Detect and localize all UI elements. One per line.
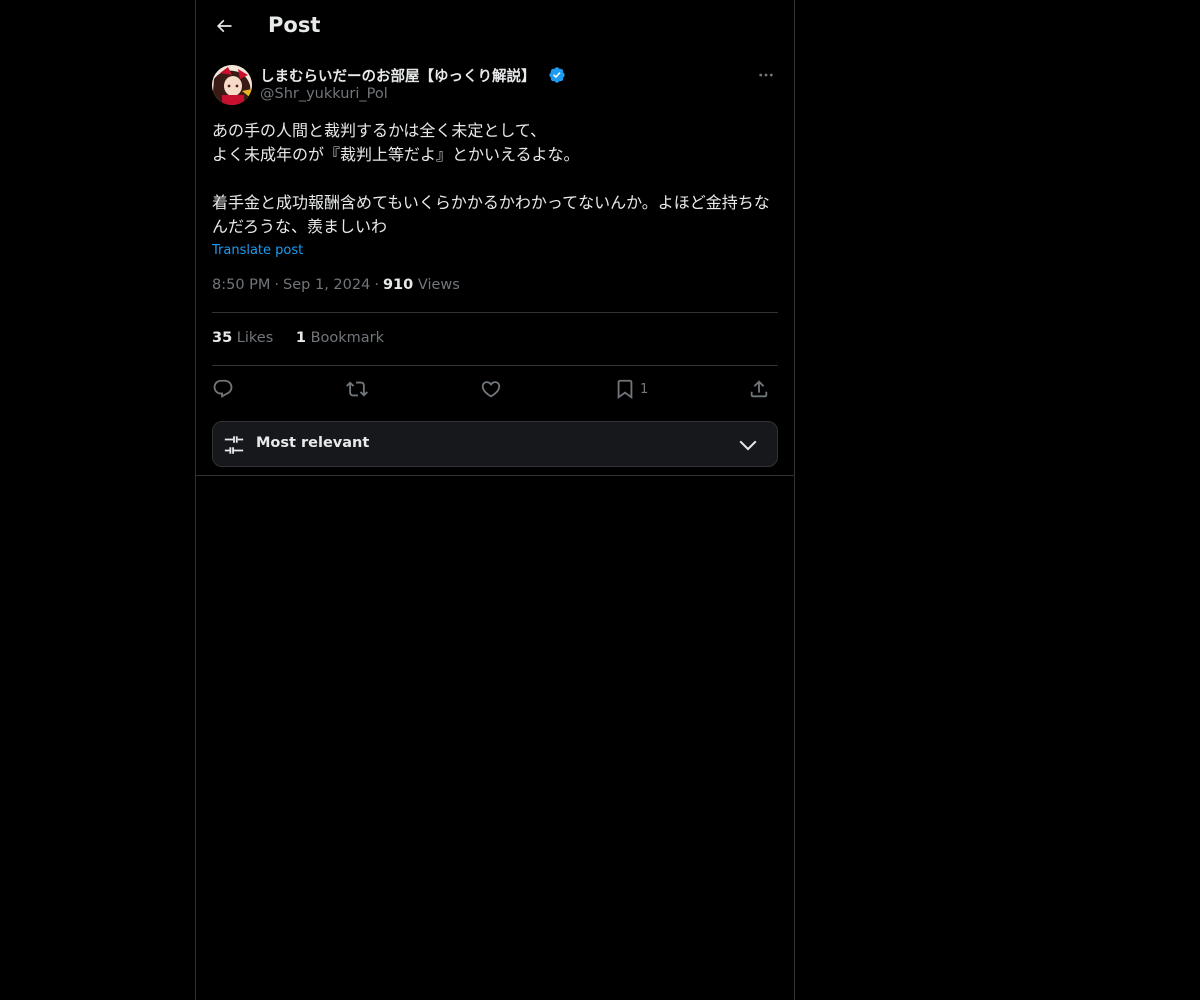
bookmark-icon [617, 379, 633, 400]
reply-icon [213, 379, 233, 398]
page-title: Post [268, 13, 321, 37]
post-meta: 8:50 PM · Sep 1, 2024 · 910 Views [212, 277, 460, 293]
likes-label: Likes [236, 330, 274, 346]
likes-count: 35 [212, 330, 233, 346]
share-icon [750, 380, 768, 398]
reply-sort-dropdown[interactable]: Most relevant [212, 421, 778, 467]
avatar-image [212, 65, 252, 105]
sliders-icon [224, 436, 244, 454]
author-handle[interactable]: @Shr_yukkuri_Pol [260, 86, 388, 102]
repost-button[interactable] [346, 376, 368, 402]
post-text: あの手の人間と裁判するかは全く未定として、 よく未成年のが『裁判上等だよ』とかい… [212, 121, 770, 236]
meta-separator: · [374, 277, 379, 293]
divider [212, 365, 778, 366]
post-author: しまむらいだーのお部屋【ゆっくり解説】 @Shr_yukkuri_Pol [212, 64, 778, 108]
more-options-button[interactable] [754, 64, 778, 86]
chevron-down-icon [739, 440, 757, 451]
heart-icon [481, 381, 501, 398]
arrow-left-icon [216, 19, 232, 33]
views-label: Views [417, 277, 460, 293]
section-divider [196, 475, 794, 476]
likes-stat[interactable]: 35 Likes [212, 330, 273, 346]
meta-separator: · [274, 277, 280, 293]
bookmark-button[interactable]: 1 [614, 376, 648, 402]
bookmark-count: 1 [640, 381, 649, 397]
back-button[interactable] [206, 8, 242, 44]
avatar[interactable] [212, 65, 252, 105]
post-stats: 35 Likes 1 Bookmark [212, 330, 402, 346]
more-horizontal-icon [759, 73, 773, 77]
bookmarks-stat[interactable]: 1 Bookmark [296, 330, 384, 346]
like-button[interactable] [480, 376, 502, 402]
post-actions: 1 [212, 376, 778, 404]
repost-icon [346, 381, 368, 397]
divider [212, 312, 778, 313]
author-name[interactable]: しまむらいだーのお部屋【ゆっくり解説】 [260, 65, 536, 86]
share-button[interactable] [748, 376, 770, 402]
reply-button[interactable] [212, 376, 234, 402]
post-date[interactable]: Sep 1, 2024 [283, 277, 370, 293]
verified-badge-icon [549, 67, 565, 83]
translate-post-link[interactable]: Translate post [212, 243, 303, 258]
post-column: Post しまむらいだーのお部屋【ゆっくり解説】 @Shr_yukkuri_Po… [195, 0, 795, 1000]
sort-label: Most relevant [256, 435, 370, 451]
bookmarks-count: 1 [295, 330, 306, 346]
views-count: 910 [382, 277, 414, 293]
post-time[interactable]: 8:50 PM [212, 277, 270, 293]
post-header: Post [196, 0, 794, 54]
bookmarks-label: Bookmark [310, 330, 385, 346]
